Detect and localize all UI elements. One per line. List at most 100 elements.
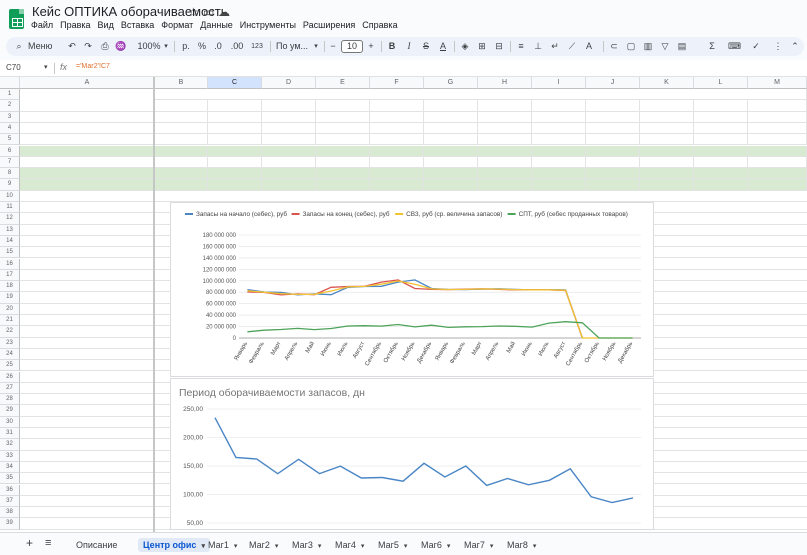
row-label-cell[interactable] bbox=[20, 179, 155, 191]
column-header-E[interactable]: E bbox=[316, 77, 370, 89]
row-header[interactable]: 25 bbox=[0, 360, 20, 372]
value-cell[interactable] bbox=[424, 179, 478, 191]
font-size-decrease-icon[interactable]: − bbox=[328, 40, 338, 53]
fill-color-icon[interactable]: ◈ bbox=[459, 40, 471, 53]
value-cell[interactable] bbox=[370, 145, 424, 157]
zoom-select[interactable]: 100% bbox=[136, 40, 162, 53]
value-cell[interactable] bbox=[424, 111, 478, 123]
value-cell[interactable] bbox=[424, 145, 478, 157]
value-cell[interactable] bbox=[694, 179, 748, 191]
row-header[interactable]: 16 bbox=[0, 258, 20, 270]
select-all-corner[interactable] bbox=[0, 77, 20, 89]
row-header[interactable]: 34 bbox=[0, 461, 20, 474]
row-header[interactable]: 33 bbox=[0, 450, 20, 462]
value-cell[interactable] bbox=[640, 134, 694, 146]
sheet-tab-2[interactable]: Маг1 ▾ bbox=[208, 538, 237, 552]
comment-icon[interactable]: ▢ bbox=[625, 40, 637, 53]
value-cell[interactable] bbox=[262, 156, 316, 169]
redo-icon[interactable]: ↷ bbox=[82, 40, 94, 53]
row-header[interactable]: 32 bbox=[0, 439, 20, 451]
collapse-toolbar-icon[interactable]: ⌃ bbox=[789, 40, 801, 53]
sheet-grid[interactable]: A B C D E F G H I J K L M 1 2 3 4 5 6 7 8 9 10 11 12 13 14 15 16 17 18… bbox=[0, 77, 807, 532]
value-cell[interactable] bbox=[316, 122, 370, 135]
row-header[interactable]: 1 bbox=[0, 89, 20, 101]
number-format-button[interactable]: 123 bbox=[249, 40, 265, 53]
value-cell[interactable] bbox=[586, 179, 640, 191]
value-cell[interactable] bbox=[640, 179, 694, 191]
value-cell[interactable] bbox=[478, 122, 532, 135]
sheet-tab-7[interactable]: Маг6 ▾ bbox=[421, 538, 450, 552]
value-cell[interactable] bbox=[586, 168, 640, 180]
value-cell[interactable] bbox=[370, 168, 424, 180]
value-cell[interactable] bbox=[748, 122, 807, 135]
row-header[interactable]: 8 bbox=[0, 168, 20, 180]
value-cell[interactable] bbox=[748, 179, 807, 191]
value-cell[interactable] bbox=[155, 168, 208, 180]
menu-item-6[interactable]: Инструменты bbox=[240, 20, 296, 30]
row-label-cell[interactable] bbox=[20, 145, 155, 157]
menu-item-4[interactable]: Формат bbox=[161, 20, 193, 30]
value-cell[interactable] bbox=[694, 145, 748, 157]
merge-cells-icon[interactable]: ⊟ bbox=[493, 40, 505, 53]
row-header[interactable]: 6 bbox=[0, 145, 20, 157]
value-cell[interactable] bbox=[478, 134, 532, 146]
value-cell[interactable] bbox=[478, 156, 532, 169]
month-cell[interactable] bbox=[155, 100, 208, 112]
value-cell[interactable] bbox=[262, 134, 316, 146]
row-header[interactable]: 15 bbox=[0, 247, 20, 259]
value-cell[interactable] bbox=[316, 179, 370, 191]
value-cell[interactable] bbox=[370, 179, 424, 191]
value-cell[interactable] bbox=[262, 168, 316, 180]
column-header-K[interactable]: K bbox=[640, 77, 694, 89]
menu-item-1[interactable]: Правка bbox=[60, 20, 90, 30]
row-header[interactable]: 3 bbox=[0, 111, 20, 123]
month-cell[interactable] bbox=[424, 100, 478, 112]
value-cell[interactable] bbox=[478, 179, 532, 191]
row-header[interactable]: 14 bbox=[0, 235, 20, 248]
value-cell[interactable] bbox=[640, 145, 694, 157]
column-header-L[interactable]: L bbox=[694, 77, 748, 89]
menu-item-7[interactable]: Расширения bbox=[303, 20, 355, 30]
value-cell[interactable] bbox=[586, 111, 640, 123]
column-header-D[interactable]: D bbox=[262, 77, 316, 89]
inventory-line-chart[interactable]: Запасы на начало (себес), руб Запасы на к… bbox=[170, 202, 654, 377]
font-size-input[interactable]: 10 bbox=[341, 40, 363, 53]
sheet-tab-0[interactable]: Описание bbox=[76, 538, 117, 552]
row-header[interactable]: 37 bbox=[0, 495, 20, 508]
year-cell[interactable] bbox=[155, 89, 807, 101]
value-cell[interactable] bbox=[424, 156, 478, 169]
percent-format-button[interactable]: % bbox=[196, 40, 208, 53]
value-cell[interactable] bbox=[316, 134, 370, 146]
text-rotation-icon[interactable]: ⟋ bbox=[566, 40, 578, 53]
tab-chevron-icon[interactable]: ▾ bbox=[404, 543, 408, 550]
italic-icon[interactable]: I bbox=[403, 40, 415, 53]
value-cell[interactable] bbox=[532, 111, 586, 123]
tab-chevron-icon[interactable]: ▾ bbox=[447, 543, 451, 550]
menu-item-2[interactable]: Вид bbox=[98, 20, 114, 30]
row-header[interactable]: 36 bbox=[0, 484, 20, 496]
value-cell[interactable] bbox=[208, 145, 262, 157]
column-header-A[interactable]: A bbox=[20, 77, 155, 89]
row-header[interactable]: 17 bbox=[0, 269, 20, 282]
value-cell[interactable] bbox=[694, 156, 748, 169]
value-cell[interactable] bbox=[155, 122, 208, 135]
value-cell[interactable] bbox=[694, 111, 748, 123]
month-cell[interactable] bbox=[370, 100, 424, 112]
column-header-J[interactable]: J bbox=[586, 77, 640, 89]
tab-chevron-icon[interactable]: ▾ bbox=[318, 543, 322, 550]
text-color-alt-icon[interactable]: A bbox=[583, 40, 595, 53]
functions-icon[interactable]: Σ bbox=[706, 40, 718, 53]
link-icon[interactable]: ⊂ bbox=[608, 40, 620, 53]
value-cell[interactable] bbox=[478, 145, 532, 157]
value-cell[interactable] bbox=[208, 111, 262, 123]
row-header[interactable]: 20 bbox=[0, 303, 20, 315]
filter-icon[interactable]: ▽ bbox=[659, 40, 671, 53]
value-cell[interactable] bbox=[694, 168, 748, 180]
value-cell[interactable] bbox=[316, 111, 370, 123]
tab-chevron-icon[interactable]: ▾ bbox=[361, 543, 365, 550]
value-cell[interactable] bbox=[640, 111, 694, 123]
row-header[interactable]: 27 bbox=[0, 382, 20, 395]
input-tools-icon[interactable]: ⌨ bbox=[728, 40, 741, 53]
value-cell[interactable] bbox=[316, 156, 370, 169]
column-header-F[interactable]: F bbox=[370, 77, 424, 89]
